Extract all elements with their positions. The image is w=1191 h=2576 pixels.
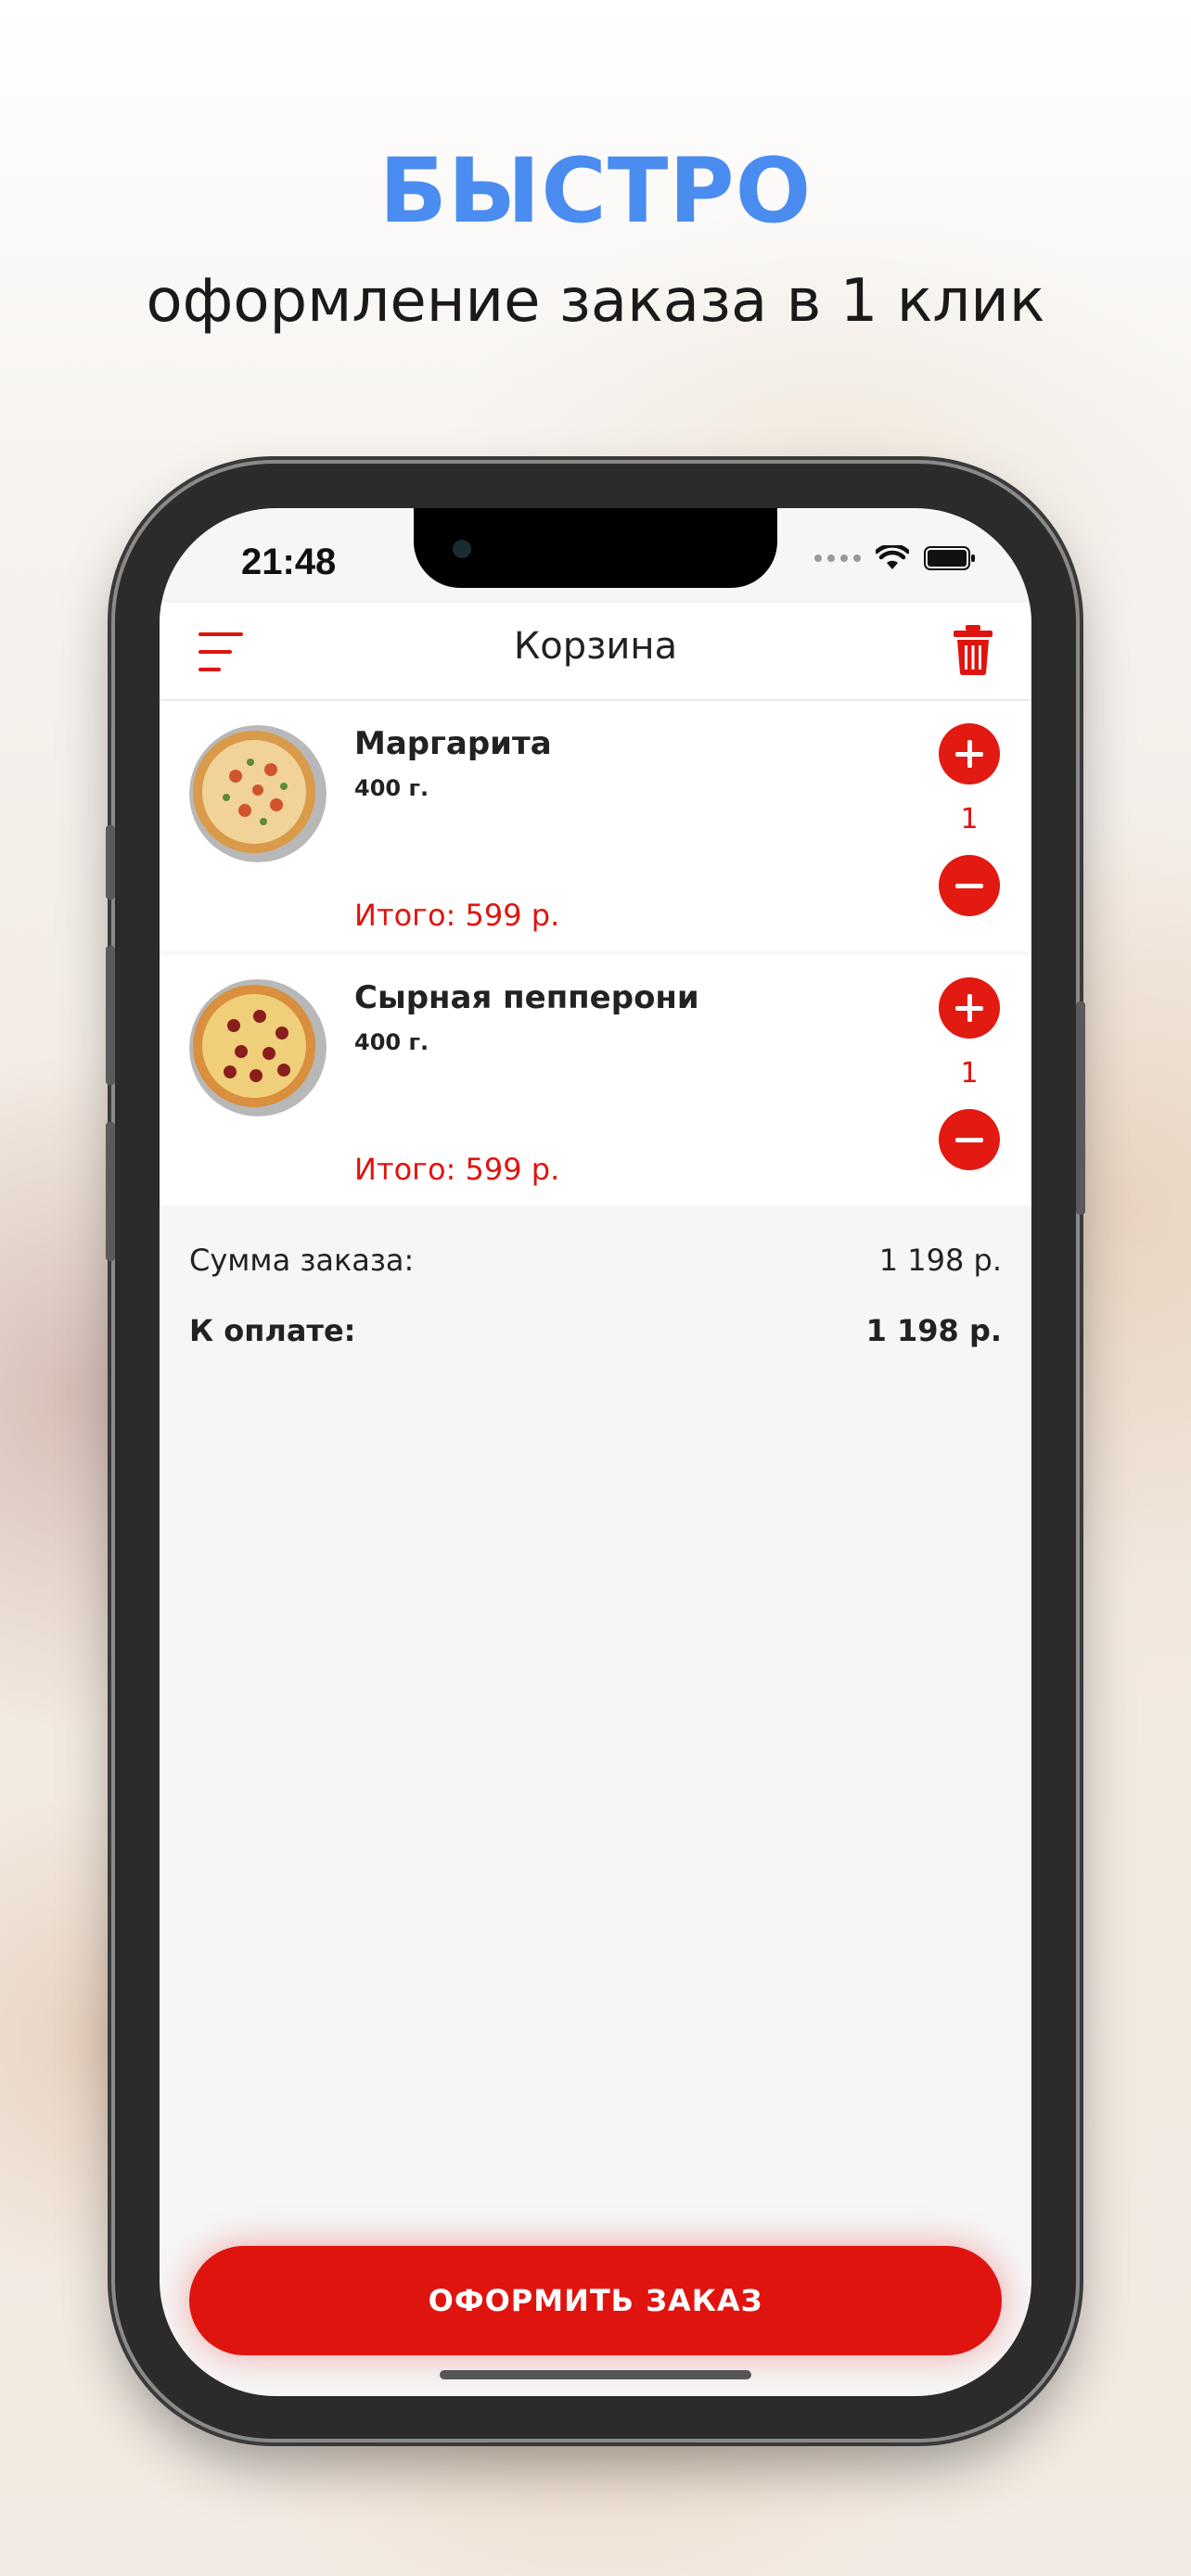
order-sum-row: Сумма заказа: 1 198 р.	[189, 1243, 1002, 1278]
cart-item: Маргарита 400 г. Итого: 599 р. 1	[160, 701, 1031, 951]
decrease-quantity-button[interactable]	[939, 855, 1000, 916]
promo-headline: БЫСТРО	[378, 139, 813, 243]
status-time: 21:48	[241, 542, 337, 582]
item-weight: 400 г.	[354, 1029, 429, 1055]
order-sum-value: 1 198 р.	[878, 1243, 1002, 1278]
phone-side-button	[106, 825, 115, 899]
battery-icon	[924, 546, 975, 570]
cart-item: Сырная пепперони 400 г. Итого: 599 р. 1	[160, 955, 1031, 1205]
signal-icon	[814, 555, 861, 562]
to-pay-label: К оплате:	[189, 1313, 356, 1348]
increase-quantity-button[interactable]	[939, 977, 1000, 1039]
app-screen: 21:48 Корзина Маргарита 400 г. Итого: 59…	[160, 508, 1031, 2396]
phone-volume-up	[106, 946, 115, 1085]
checkout-button[interactable]: ОФОРМИТЬ ЗАКАЗ	[189, 2246, 1002, 2355]
item-total: Итого: 599 р.	[354, 898, 560, 933]
order-sum-label: Сумма заказа:	[189, 1243, 415, 1278]
wifi-icon	[876, 545, 909, 569]
phone-power-button	[1076, 1001, 1085, 1215]
increase-quantity-button[interactable]	[939, 723, 1000, 784]
promo-subline: оформление заказа в 1 клик	[146, 267, 1045, 336]
to-pay-row: К оплате: 1 198 р.	[189, 1313, 1002, 1348]
page-title: Корзина	[513, 625, 678, 668]
item-weight: 400 г.	[354, 775, 429, 801]
item-quantity: 1	[960, 803, 979, 835]
item-name: Маргарита	[354, 725, 552, 762]
notch	[414, 508, 777, 588]
home-indicator	[440, 2370, 751, 2379]
camera-icon	[453, 540, 471, 558]
item-name: Сырная пепперони	[354, 979, 699, 1016]
item-quantity: 1	[960, 1057, 979, 1090]
decrease-quantity-button[interactable]	[939, 1109, 1000, 1170]
pizza-image	[189, 725, 327, 862]
trash-icon[interactable]	[954, 625, 992, 675]
status-icons	[814, 545, 976, 571]
app-header: Корзина	[160, 603, 1031, 699]
pizza-image	[189, 979, 327, 1116]
item-total: Итого: 599 р.	[354, 1152, 560, 1187]
to-pay-value: 1 198 р.	[865, 1313, 1002, 1348]
phone-volume-down	[106, 1122, 115, 1261]
